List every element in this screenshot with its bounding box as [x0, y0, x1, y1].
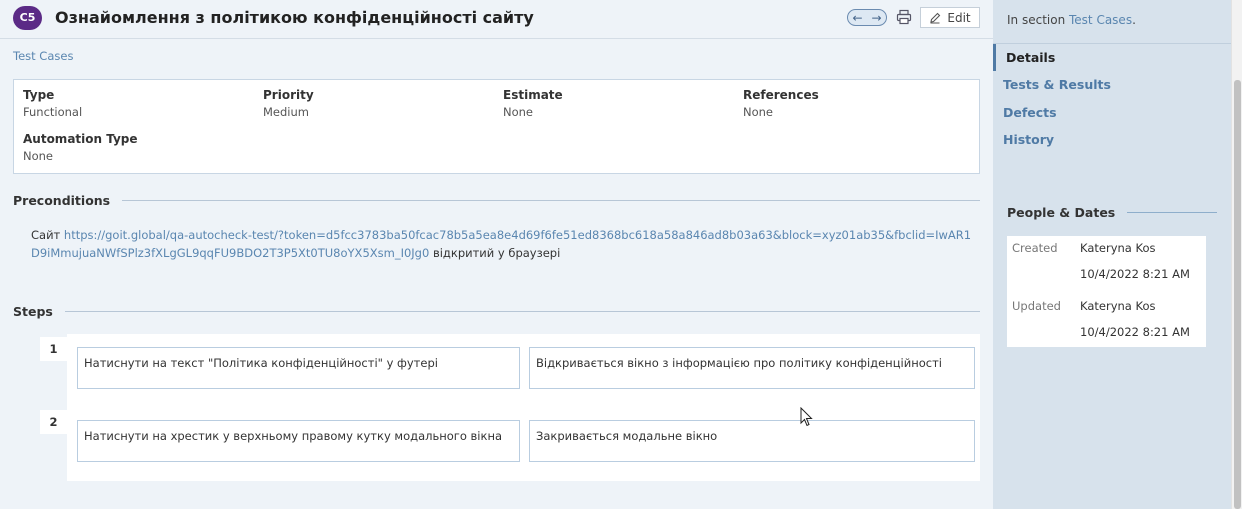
arrow-right-icon[interactable]: →: [871, 12, 881, 24]
breadcrumb[interactable]: Test Cases: [13, 49, 73, 63]
field-label: Priority: [263, 88, 314, 102]
print-button[interactable]: [895, 8, 913, 26]
page-title: Ознайомлення з політикою конфіденційност…: [55, 8, 534, 27]
field-label: Automation Type: [23, 132, 138, 146]
mouse-cursor-icon: [800, 407, 813, 427]
people-dates-panel: Created Kateryna Kos 10/4/2022 8:21 AM U…: [1007, 236, 1206, 347]
fields-panel: Type Functional Priority Medium Estimate…: [13, 79, 980, 174]
section-title: People & Dates: [1007, 205, 1116, 220]
updated-date: 10/4/2022 8:21 AM: [1080, 325, 1190, 339]
scrollbar-thumb[interactable]: [1234, 80, 1241, 509]
people-dates-heading: People & Dates: [1007, 205, 1217, 220]
created-date: 10/4/2022 8:21 AM: [1080, 267, 1190, 281]
sidebar-item-details[interactable]: Details: [993, 44, 1231, 71]
in-section-suffix: .: [1132, 13, 1136, 27]
preconditions-text: Сайт https://goit.global/qa-autocheck-te…: [31, 226, 979, 262]
precondition-prefix: Сайт: [31, 228, 64, 242]
precondition-suffix: відкритий у браузері: [429, 246, 561, 260]
section-divider: [64, 311, 980, 312]
updated-by: Kateryna Kos: [1080, 299, 1156, 313]
step-expected[interactable]: Відкривається вікно з інформацією про по…: [529, 347, 975, 389]
section-title: Steps: [13, 304, 53, 319]
sidebar: In section Test Cases. Details Tests & R…: [993, 0, 1231, 509]
printer-icon: [896, 9, 912, 25]
updated-label: Updated: [1012, 299, 1061, 313]
sidebar-item-history[interactable]: History: [993, 126, 1231, 153]
in-section-info: In section Test Cases.: [993, 0, 1231, 44]
field-value: None: [503, 105, 534, 119]
in-section-prefix: In section: [1007, 13, 1069, 27]
section-divider: [122, 200, 980, 201]
step-action[interactable]: Натиснути на хрестик у верхньому правому…: [77, 420, 520, 462]
prev-next-nav: ← →: [847, 9, 887, 26]
created-by: Kateryna Kos: [1080, 241, 1156, 255]
field-label: References: [743, 88, 819, 102]
field-value: Functional: [23, 105, 83, 119]
steps-heading: Steps: [13, 304, 980, 319]
edit-button-label: Edit: [947, 10, 971, 25]
main-content: C5 Ознайомлення з політикою конфіденційн…: [0, 0, 993, 509]
arrow-left-icon[interactable]: ←: [852, 12, 862, 24]
field-automation-type: Automation Type None: [23, 132, 138, 163]
in-section-link[interactable]: Test Cases: [1069, 13, 1132, 27]
field-estimate: Estimate None: [503, 88, 563, 119]
page-header: C5 Ознайомлення з політикою конфіденційн…: [0, 0, 993, 39]
edit-button[interactable]: Edit: [920, 7, 980, 28]
section-title: Preconditions: [13, 193, 111, 208]
field-value: None: [23, 149, 54, 163]
field-value: Medium: [263, 105, 309, 119]
sidebar-item-defects[interactable]: Defects: [993, 99, 1231, 126]
scrollbar[interactable]: [1231, 0, 1242, 509]
created-label: Created: [1012, 241, 1058, 255]
step-number: 2: [40, 410, 67, 434]
field-priority: Priority Medium: [263, 88, 314, 119]
field-label: Estimate: [503, 88, 563, 102]
sidebar-item-tests-results[interactable]: Tests & Results: [993, 71, 1231, 98]
field-label: Type: [23, 88, 55, 102]
step-expected[interactable]: Закривається модальне вікно: [529, 420, 975, 462]
pencil-icon: [930, 12, 941, 24]
section-divider: [1127, 212, 1217, 213]
step-number: 1: [40, 337, 67, 361]
preconditions-heading: Preconditions: [13, 193, 980, 208]
field-type: Type Functional: [23, 88, 82, 119]
field-value: None: [743, 105, 774, 119]
step-action[interactable]: Натиснути на текст "Політика конфіденцій…: [77, 347, 520, 389]
field-references: References None: [743, 88, 819, 119]
case-id-badge: C5: [13, 6, 42, 30]
